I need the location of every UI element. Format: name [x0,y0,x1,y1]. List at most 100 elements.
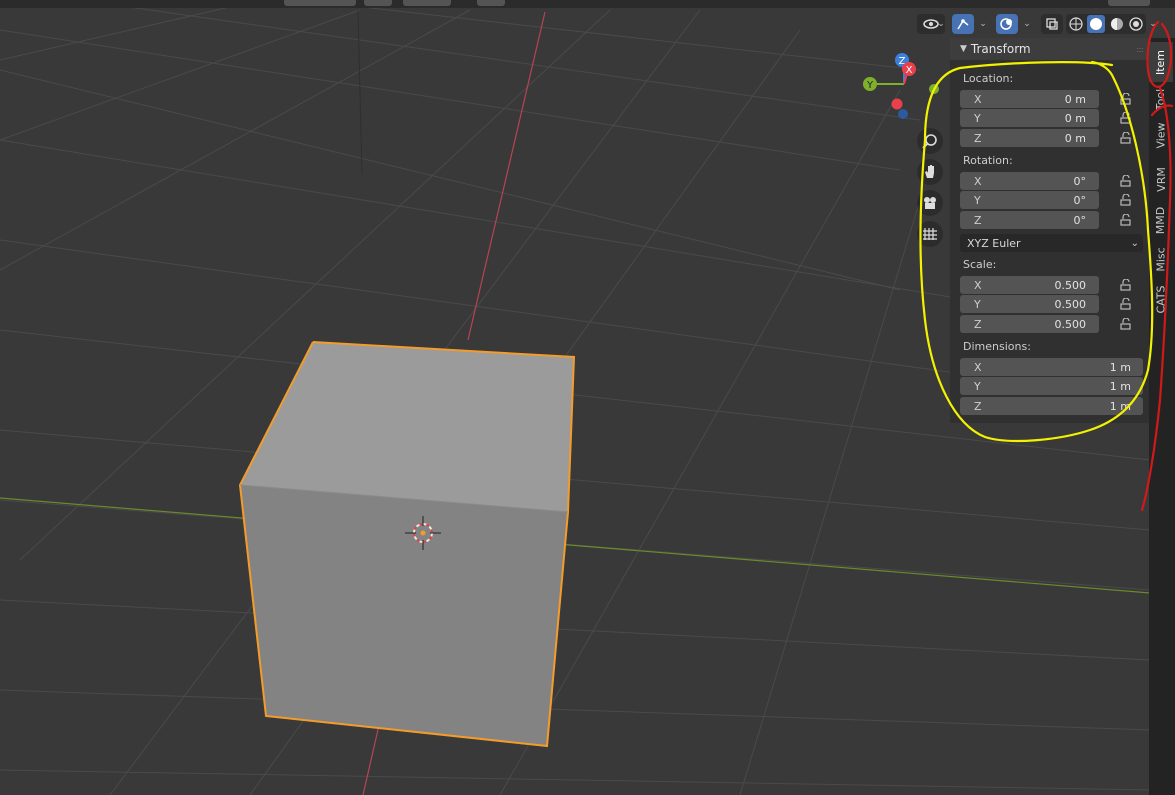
location-x-field[interactable]: X 0 m [960,90,1099,108]
lock-icon[interactable] [1120,194,1132,206]
axis-label: Y [974,111,981,125]
y-axis-line [0,497,1151,594]
tab-label: View [1154,121,1168,149]
gizmo-x-label: X [906,65,913,76]
rotation-mode-dropdown[interactable]: XYZ Euler ⌄ [960,234,1143,252]
dimensions-z-field[interactable]: Z 1 m [960,397,1143,415]
material-shading-icon[interactable] [1109,16,1125,32]
location-label: Location: [963,72,1014,85]
axis-label: Y [974,297,981,311]
field-value: 0.500 [1054,297,1087,311]
tab-view[interactable]: View [1149,116,1173,154]
gizmo-icon [957,19,969,30]
xray-icon [1046,18,1058,30]
header-chip[interactable] [284,0,356,6]
field-value: 1 m [1109,399,1131,413]
pan-tool-button[interactable] [917,159,943,185]
axis-label: Z [974,399,982,413]
object-origin [420,530,426,536]
solid-shading-icon[interactable] [1087,15,1106,33]
tab-item[interactable]: Item [1149,42,1173,82]
rotation-label: Rotation: [963,154,1013,167]
transform-title: Transform [970,42,1031,56]
zoom-icon [922,134,937,149]
cube-object[interactable] [238,341,576,748]
transform-panel-header[interactable]: ▼ Transform :::: [950,38,1149,60]
rotation-y-field[interactable]: Y 0° [960,191,1099,209]
lock-icon[interactable] [1120,214,1132,226]
lock-icon[interactable] [1120,318,1132,330]
tab-label: MMD [1154,206,1168,234]
header-strip [0,0,1175,8]
lock-icon[interactable] [1120,175,1132,187]
tab-tool[interactable]: Tool [1149,84,1173,114]
zoom-tool-button[interactable] [917,128,943,154]
gizmo-y-label: Y [866,80,874,91]
scale-z-field[interactable]: Z 0.500 [960,315,1099,333]
tab-vrm[interactable]: VRM [1149,160,1173,198]
z-axis-line [357,9,363,176]
field-value: 1 m [1109,379,1131,393]
navigation-gizmo[interactable]: Z Y X [863,53,939,119]
tab-label: Misc [1154,246,1168,272]
field-value: 0.500 [1054,278,1087,292]
cube-top-face [240,342,574,512]
ortho-toggle-button[interactable] [917,221,943,247]
lock-icon[interactable] [1120,132,1132,144]
chevron-down-icon[interactable]: ⌄ [1147,14,1159,34]
field-value: 0.500 [1054,317,1087,331]
chevron-down-icon: ⌄ [1130,237,1139,249]
disclosure-triangle-icon[interactable]: ▼ [960,44,967,54]
lock-icon[interactable] [1120,93,1132,105]
tab-cats[interactable]: CATS [1149,280,1173,318]
camera-view-button[interactable] [917,190,943,216]
field-value: 0° [1073,174,1087,188]
axis-label: Z [974,317,982,331]
lock-icon[interactable] [1120,279,1132,291]
scale-x-field[interactable]: X 0.500 [960,276,1099,294]
location-y-field[interactable]: Y 0 m [960,109,1099,127]
tab-label: Tool [1154,88,1168,110]
lock-icon[interactable] [1120,112,1132,124]
tab-label: Item [1154,49,1168,75]
gizmo-neg-z-dot [898,109,908,119]
chevron-down-icon[interactable]: ⌄ [977,14,989,34]
xray-toggle-button[interactable] [1041,14,1063,34]
axis-label: X [974,360,982,374]
header-chip[interactable] [403,0,451,6]
dimensions-y-field[interactable]: Y 1 m [960,377,1143,395]
options-button[interactable] [1108,0,1150,6]
axis-label: X [974,174,982,188]
dimensions-x-field[interactable]: X 1 m [960,358,1143,376]
overlays-button[interactable] [996,14,1018,34]
rendered-shading-icon[interactable] [1128,16,1144,32]
dimensions-label: Dimensions: [963,340,1031,353]
rotation-x-field[interactable]: X 0° [960,172,1099,190]
header-chip[interactable] [477,0,505,6]
axis-label: Y [974,379,981,393]
axis-label: Z [974,213,982,227]
field-value: 0 m [1064,131,1086,145]
scale-y-field[interactable]: Y 0.500 [960,295,1099,313]
tab-mmd[interactable]: MMD [1149,200,1173,240]
field-value: 0° [1073,193,1087,207]
rotation-z-field[interactable]: Z 0° [960,211,1099,229]
cube-front-face [240,485,568,746]
rotation-mode-value: XYZ Euler [967,236,1021,250]
drag-handle-icon[interactable]: :::: [1136,45,1144,54]
tab-label: CATS [1154,284,1168,314]
gizmo-toggle-button[interactable] [952,14,974,34]
chevron-down-icon[interactable]: ⌄ [1021,14,1033,34]
field-value: 0° [1073,213,1087,227]
wireframe-shading-icon[interactable] [1068,16,1084,32]
axis-label: Y [974,193,981,207]
tab-misc[interactable]: Misc [1149,240,1173,278]
lock-icon[interactable] [1120,298,1132,310]
chevron-down-icon[interactable]: ⌄ [935,14,947,34]
camera-icon [924,197,936,209]
field-value: 0 m [1064,92,1086,106]
location-z-field[interactable]: Z 0 m [960,129,1099,147]
tab-label: VRM [1154,166,1168,192]
grid-icon [923,228,937,240]
header-chip[interactable] [364,0,392,6]
